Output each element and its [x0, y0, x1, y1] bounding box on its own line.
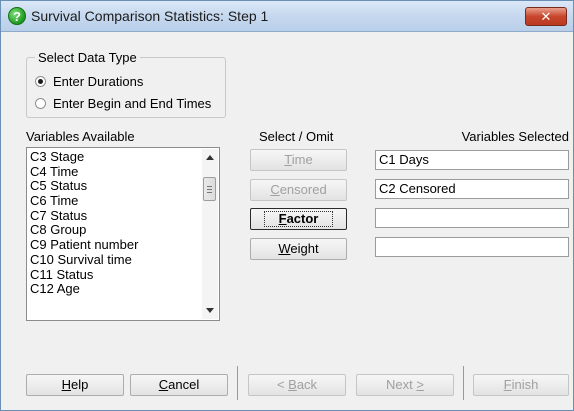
list-item[interactable]: C5 Status [27, 179, 202, 194]
grip-line [207, 186, 212, 187]
list-item[interactable]: C4 Time [27, 164, 202, 180]
factor-variable-field[interactable] [375, 208, 569, 228]
list-item[interactable]: C12 Age [27, 281, 202, 297]
list-scrollbar[interactable] [202, 149, 218, 319]
time-variable-field[interactable]: C1 Days [375, 150, 569, 170]
dialog-window: ? Survival Comparison Statistics: Step 1… [0, 0, 574, 411]
list-item[interactable]: C9 Patient number [27, 237, 202, 253]
scroll-thumb[interactable] [203, 177, 216, 201]
window-title: Survival Comparison Statistics: Step 1 [31, 8, 269, 24]
scroll-down-arrow-icon[interactable] [206, 308, 214, 313]
grip-line [207, 189, 212, 190]
list-item[interactable]: C7 Status [27, 208, 202, 224]
radio-label: Enter Begin and End Times [53, 95, 212, 111]
radio-checked-icon[interactable] [35, 75, 46, 87]
back-button[interactable]: < Back [248, 374, 346, 396]
variables-available-list[interactable]: C3 Stage C4 Time C5 Status C6 Time C7 St… [26, 147, 220, 321]
radio-label: Enter Durations [53, 73, 144, 89]
grip-line [207, 192, 212, 193]
finish-button[interactable]: Finish [473, 374, 569, 396]
footer-separator [463, 366, 464, 400]
radio-unchecked-icon[interactable] [35, 97, 46, 109]
factor-button[interactable]: Factor [250, 208, 347, 230]
title-bar[interactable]: ? Survival Comparison Statistics: Step 1… [1, 1, 573, 32]
cancel-button[interactable]: Cancel [130, 374, 228, 396]
variables-selected-label: Variables Selected [461, 129, 569, 144]
next-button[interactable]: Next > [356, 374, 454, 396]
help-question-icon: ? [8, 7, 26, 25]
list-item[interactable]: C3 Stage [27, 149, 202, 165]
radio-enter-durations[interactable]: Enter Durations [35, 72, 143, 90]
censored-button[interactable]: Censored [250, 179, 347, 201]
help-button[interactable]: Help [26, 374, 124, 396]
data-type-legend: Select Data Type [38, 50, 137, 65]
footer-separator [237, 366, 238, 400]
scroll-up-arrow-icon[interactable] [206, 155, 214, 160]
list-item[interactable]: C11 Status [27, 267, 202, 283]
select-omit-label: Select / Omit [259, 129, 334, 144]
list-item[interactable]: C10 Survival time [27, 252, 202, 268]
list-item[interactable]: C6 Time [27, 193, 202, 209]
weight-button[interactable]: Weight [250, 238, 347, 260]
close-button[interactable]: ✕ [525, 7, 567, 26]
weight-variable-field[interactable] [375, 237, 569, 257]
radio-enter-begin-end[interactable]: Enter Begin and End Times [35, 94, 211, 112]
list-item[interactable]: C8 Group [27, 223, 202, 238]
time-button[interactable]: Time [250, 149, 347, 171]
variables-available-label: Variables Available [26, 129, 135, 144]
censored-variable-field[interactable]: C2 Censored [375, 179, 569, 199]
